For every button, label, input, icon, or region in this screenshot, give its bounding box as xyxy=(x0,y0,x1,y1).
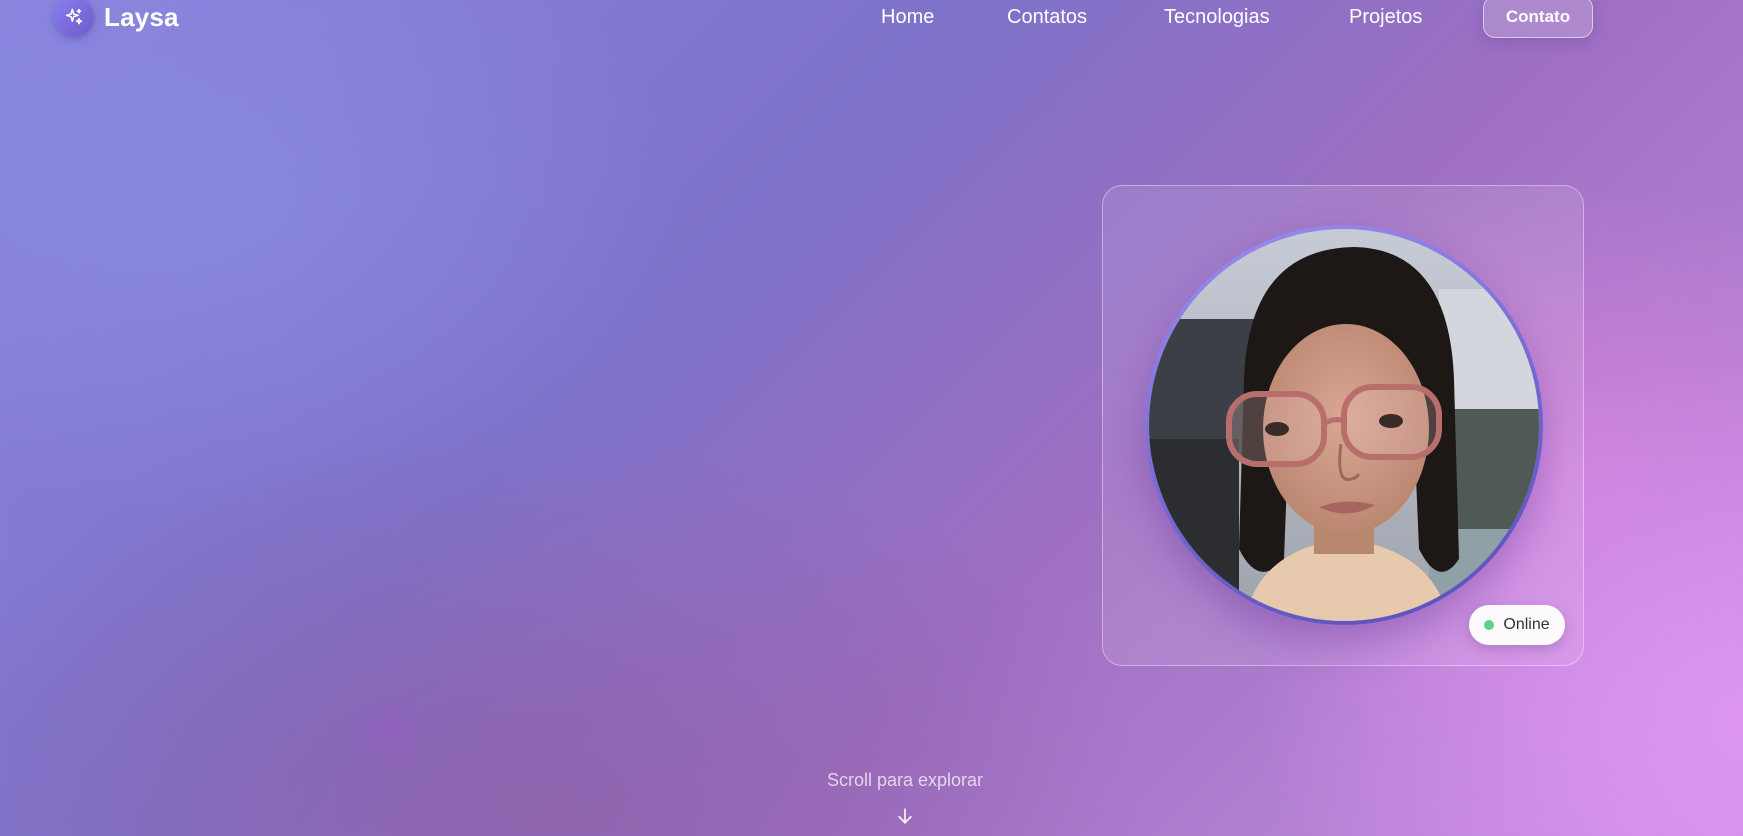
status-label: Online xyxy=(1503,616,1550,633)
profile-avatar xyxy=(1149,229,1539,621)
nav-link-tecnologias[interactable]: Tecnologias xyxy=(1164,2,1270,33)
brand-name: Laysa xyxy=(104,1,179,32)
status-dot-icon xyxy=(1484,620,1495,630)
profile-card: Online xyxy=(1102,185,1584,666)
arrow-down-icon xyxy=(898,808,912,824)
nav-link-projetos[interactable]: Projetos xyxy=(1349,2,1422,33)
status-badge: Online xyxy=(1469,605,1565,645)
scroll-hint[interactable]: Scroll para explorar xyxy=(0,770,1743,824)
avatar-ring: Online xyxy=(1145,225,1565,645)
contact-button[interactable]: Contato xyxy=(1483,0,1593,38)
top-navbar: Laysa Home Contatos Tecnologias Projetos… xyxy=(0,0,1743,40)
scroll-label: Scroll para explorar xyxy=(826,770,984,790)
sparkles-icon xyxy=(54,0,94,37)
decorative-blob xyxy=(345,690,427,772)
nav-link-home[interactable]: Home xyxy=(881,2,934,33)
brand-logo-link[interactable]: Laysa xyxy=(54,0,179,37)
nav-link-contatos[interactable]: Contatos xyxy=(1007,2,1087,33)
